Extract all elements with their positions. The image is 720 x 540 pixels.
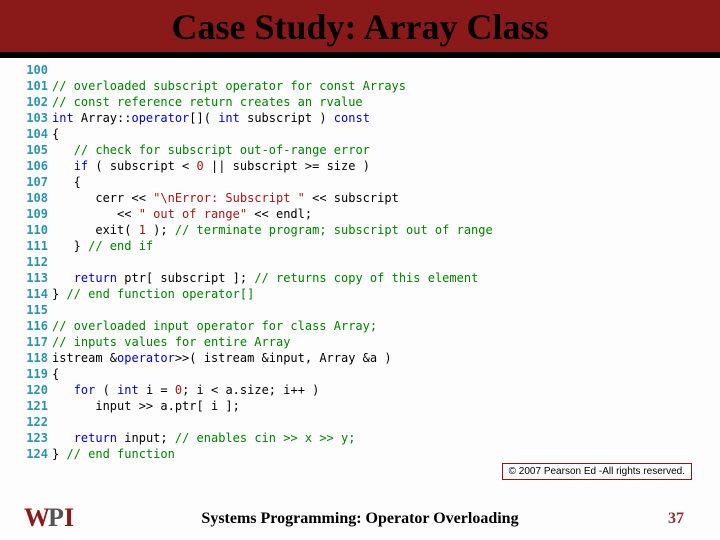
line-number: 114 [18,286,48,302]
copyright-notice: © 2007 Pearson Ed -All rights reserved. [502,463,692,480]
code-line: 116// overloaded input operator for clas… [18,318,710,334]
code-line: 110 exit( 1 ); // terminate program; sub… [18,222,710,238]
code-line: 122 [18,414,710,430]
code-line: 121 input >> a.ptr[ i ]; [18,398,710,414]
line-number: 102 [18,94,48,110]
line-number: 122 [18,414,48,430]
line-number: 107 [18,174,48,190]
line-number: 120 [18,382,48,398]
code-block: 100101// overloaded subscript operator f… [0,58,720,466]
line-number: 101 [18,78,48,94]
line-content: { [52,126,59,142]
line-content: // inputs values for entire Array [52,334,290,350]
code-line: 123 return input; // enables cin >> x >>… [18,430,710,446]
code-line: 117// inputs values for entire Array [18,334,710,350]
code-line: 112 [18,254,710,270]
line-number: 103 [18,110,48,126]
code-line: 109 << " out of range" << endl; [18,206,710,222]
title-bar: Case Study: Array Class [0,0,720,58]
code-line: 111 } // end if [18,238,710,254]
line-content: istream &operator>>( istream &input, Arr… [52,350,392,366]
slide-title: Case Study: Array Class [171,7,548,47]
line-content: { [52,174,81,190]
line-number: 106 [18,158,48,174]
code-line: 119{ [18,366,710,382]
page-number: 37 [668,510,684,528]
line-content: } // end function [52,446,175,462]
line-number: 119 [18,366,48,382]
code-line: 106 if ( subscript < 0 || subscript >= s… [18,158,710,174]
code-line: 105 // check for subscript out-of-range … [18,142,710,158]
line-number: 104 [18,126,48,142]
code-line: 103int Array::operator[]( int subscript … [18,110,710,126]
line-content: int Array::operator[]( int subscript ) c… [52,110,370,126]
line-content: return input; // enables cin >> x >> y; [52,430,355,446]
line-content: return ptr[ subscript ]; // returns copy… [52,270,478,286]
line-content: // overloaded input operator for class A… [52,318,377,334]
line-content: // const reference return creates an rva… [52,94,363,110]
line-number: 118 [18,350,48,366]
code-line: 114} // end function operator[] [18,286,710,302]
code-line: 118istream &operator>>( istream &input, … [18,350,710,366]
code-line: 120 for ( int i = 0; i < a.size; i++ ) [18,382,710,398]
code-line: 115 [18,302,710,318]
line-content: for ( int i = 0; i < a.size; i++ ) [52,382,319,398]
line-number: 124 [18,446,48,462]
line-content: { [52,366,59,382]
line-content: } // end function operator[] [52,286,254,302]
code-line: 107 { [18,174,710,190]
code-line: 124} // end function [18,446,710,462]
line-number: 100 [18,62,48,78]
line-number: 105 [18,142,48,158]
line-content: } // end if [52,238,153,254]
line-number: 111 [18,238,48,254]
footer-text: Systems Programming: Operator Overloadin… [0,510,720,528]
line-number: 121 [18,398,48,414]
line-content: input >> a.ptr[ i ]; [52,398,240,414]
code-line: 108 cerr << "\nError: Subscript " << sub… [18,190,710,206]
line-number: 123 [18,430,48,446]
line-content: // check for subscript out-of-range erro… [52,142,370,158]
code-line: 104{ [18,126,710,142]
line-number: 109 [18,206,48,222]
code-line: 100 [18,62,710,78]
code-line: 102// const reference return creates an … [18,94,710,110]
line-number: 116 [18,318,48,334]
line-content: cerr << "\nError: Subscript " << subscri… [52,190,399,206]
line-number: 117 [18,334,48,350]
line-content: << " out of range" << endl; [52,206,312,222]
line-number: 115 [18,302,48,318]
line-content: if ( subscript < 0 || subscript >= size … [52,158,370,174]
code-line: 113 return ptr[ subscript ]; // returns … [18,270,710,286]
code-line: 101// overloaded subscript operator for … [18,78,710,94]
line-number: 112 [18,254,48,270]
line-content: exit( 1 ); // terminate program; subscri… [52,222,493,238]
line-content: // overloaded subscript operator for con… [52,78,406,94]
line-number: 113 [18,270,48,286]
line-number: 110 [18,222,48,238]
line-number: 108 [18,190,48,206]
